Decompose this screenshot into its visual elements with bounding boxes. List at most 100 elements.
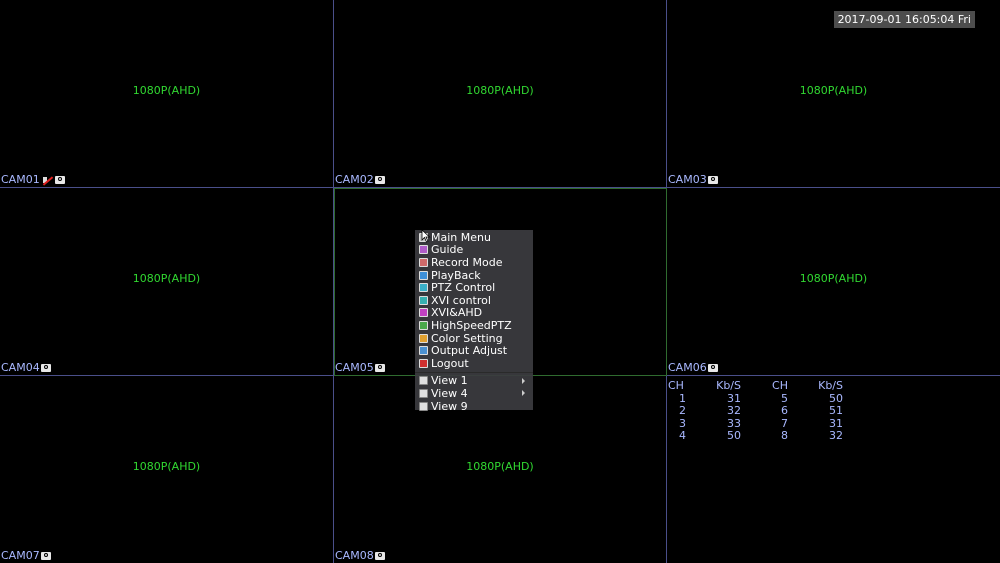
menu-item-label: PTZ Control — [431, 281, 496, 295]
camera-icon — [374, 176, 385, 184]
camera-name: CAM05 — [335, 361, 374, 374]
menu-item-xvi-ahd[interactable]: XVI&AHD — [415, 306, 533, 320]
submenu-arrow-icon — [522, 390, 525, 397]
camera-label: CAM03 — [668, 174, 718, 186]
camera-tile-6[interactable]: 1080P(AHD) CAM06 — [667, 188, 1000, 376]
bitrate-row: 3 33 7 31 — [668, 417, 843, 431]
highspeed-ptz-icon — [419, 320, 428, 330]
camera-name: CAM06 — [668, 361, 707, 374]
resolution-label: 1080P(AHD) — [466, 84, 534, 97]
menu-item-main-menu[interactable]: Main Menu — [415, 231, 533, 244]
menu-item-highspeedptz[interactable]: HighSpeedPTZ — [415, 319, 533, 332]
camera-tile-7[interactable]: 1080P(AHD) CAM07 — [0, 376, 334, 563]
menu-item-logout[interactable]: Logout — [415, 357, 533, 370]
menu-item-ptz-control[interactable]: PTZ Control — [415, 281, 533, 294]
camera-icon — [374, 364, 385, 372]
camera-name: CAM01 — [1, 173, 40, 186]
menu-item-label: XVI&AHD — [431, 306, 483, 320]
camera-icon — [54, 176, 65, 184]
camera-name: CAM04 — [1, 361, 40, 374]
camera-icon — [707, 364, 718, 372]
camera-icon — [374, 552, 385, 560]
camera-tile-4[interactable]: 1080P(AHD) CAM04 — [0, 188, 334, 376]
header-ch-1: CH — [668, 379, 684, 392]
camera-tile-2[interactable]: 1080P(AHD) CAM02 — [334, 0, 667, 188]
camera-tile-3[interactable]: 1080P(AHD) CAM03 — [667, 0, 1000, 188]
menu-item-label: XVI control — [431, 293, 491, 307]
resolution-label: 1080P(AHD) — [799, 272, 868, 285]
cell: 32 — [727, 404, 741, 417]
camera-label: CAM07 — [1, 550, 51, 562]
xvi-ahd-icon — [419, 308, 428, 318]
header-kbs-1: Kb/S — [716, 379, 741, 392]
camera-name: CAM07 — [1, 549, 40, 562]
view-9-icon — [419, 401, 428, 411]
menu-item-label: HighSpeedPTZ — [431, 318, 512, 332]
cell: 2 — [679, 404, 686, 417]
header-ch-2: CH — [772, 379, 788, 392]
logout-icon — [419, 358, 428, 368]
bitrate-table: CH Kb/S CH Kb/S 1 31 5 50 2 32 6 51 3 33… — [668, 379, 843, 443]
menu-item-label: Main Menu — [431, 230, 491, 244]
menu-item-view-9[interactable]: View 9 — [415, 400, 533, 413]
menu-item-view-1[interactable]: View 1 — [415, 374, 533, 388]
camera-name: CAM03 — [668, 173, 707, 186]
resolution-label: 1080P(AHD) — [132, 460, 201, 473]
resolution-label: 1080P(AHD) — [466, 460, 534, 473]
date-time-display: 2017-09-01 16:05:04 Fri — [833, 11, 975, 28]
menu-item-label: Logout — [431, 356, 469, 370]
camera-name: CAM08 — [335, 549, 374, 562]
menu-item-xvi-control[interactable]: XVI control — [415, 294, 533, 307]
camera-label: CAM05 — [335, 362, 385, 374]
ptz-icon — [419, 283, 428, 293]
xvi-icon — [419, 295, 428, 305]
bitrate-header-row: CH Kb/S CH Kb/S — [668, 379, 843, 393]
menu-separator — [415, 371, 533, 373]
menu-item-label: Output Adjust — [431, 344, 508, 358]
menu-item-playback[interactable]: PlayBack — [415, 269, 533, 282]
color-setting-icon — [419, 333, 428, 343]
guide-icon — [419, 245, 428, 255]
menu-item-view-4[interactable]: View 4 — [415, 387, 533, 400]
bitrate-row: 2 32 6 51 — [668, 404, 843, 418]
view-1-icon — [419, 376, 428, 386]
menu-item-label: View 4 — [431, 386, 468, 400]
camera-icon — [40, 364, 51, 372]
menu-item-label: Guide — [431, 243, 464, 257]
bitrate-stats: CH Kb/S CH Kb/S 1 31 5 50 2 32 6 51 3 33… — [668, 379, 843, 443]
camera-label: CAM08 — [335, 550, 385, 562]
menu-item-label: Color Setting — [431, 331, 503, 345]
cell: 32 — [829, 429, 843, 442]
menu-item-label: View 1 — [431, 374, 468, 388]
header-kbs-2: Kb/S — [818, 379, 843, 392]
camera-icon — [707, 176, 718, 184]
record-icon — [419, 257, 428, 267]
cell: 8 — [781, 429, 788, 442]
menu-item-color-setting[interactable]: Color Setting — [415, 332, 533, 345]
playback-icon — [419, 270, 428, 280]
menu-item-record-mode[interactable]: Record Mode — [415, 256, 533, 269]
camera-label: CAM06 — [668, 362, 718, 374]
resolution-label: 1080P(AHD) — [132, 272, 201, 285]
camera-tile-1[interactable]: 1080P(AHD) CAM01 — [0, 0, 334, 188]
resolution-label: 1080P(AHD) — [799, 84, 868, 97]
menu-item-guide[interactable]: Guide — [415, 243, 533, 257]
camera-label: CAM01 — [1, 174, 65, 186]
view-4-icon — [419, 388, 428, 398]
cell: 6 — [781, 404, 788, 417]
camera-label: CAM04 — [1, 362, 51, 374]
menu-item-output-adjust[interactable]: Output Adjust — [415, 344, 533, 357]
camera-name: CAM02 — [335, 173, 374, 186]
output-adjust-icon — [419, 346, 428, 356]
menu-item-label: PlayBack — [431, 268, 481, 282]
camera-label: CAM02 — [335, 174, 385, 186]
camera-icon — [40, 552, 51, 560]
bitrate-row: 1 31 5 50 — [668, 392, 843, 406]
context-menu: Main Menu Guide Record Mode PlayBack PTZ Con… — [415, 230, 533, 413]
cell: 4 — [679, 429, 686, 442]
bitrate-row: 4 50 8 32 — [668, 429, 843, 443]
menu-item-label: View 9 — [431, 399, 468, 413]
audio-muted-icon — [42, 175, 54, 185]
menu-item-label: Record Mode — [431, 255, 503, 269]
resolution-label: 1080P(AHD) — [132, 84, 201, 97]
